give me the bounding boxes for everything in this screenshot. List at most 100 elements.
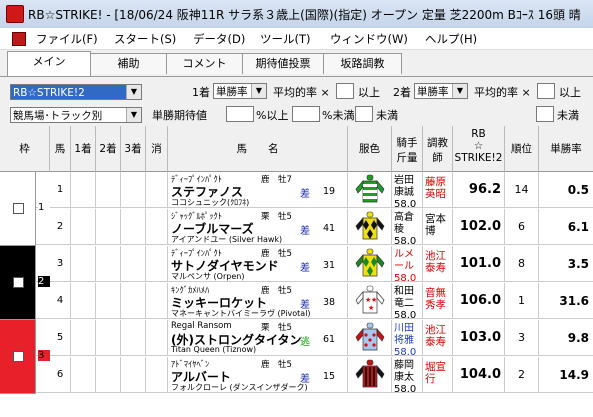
pick-3rd-cell[interactable]: [121, 246, 146, 282]
rank: 6: [505, 209, 539, 245]
pick-1st-cell[interactable]: [71, 283, 96, 319]
horse-name-cell[interactable]: Regal Ransom 栗 牡5 (外)ストロングタイタン Titan Que…: [168, 320, 348, 356]
pick-3rd-cell[interactable]: [121, 172, 146, 208]
table-row[interactable]: 4 ｷﾝｸﾞｶﾒﾊﾒﾊ 鹿 牡5 ミッキーロケット マネーキャントバイミーラヴ …: [0, 283, 593, 321]
pick-3rd-cell[interactable]: [121, 209, 146, 245]
silk-icon: [355, 211, 385, 240]
rank: 2: [505, 357, 539, 393]
win-rate: 14.9: [559, 368, 589, 382]
table-row[interactable]: 1 ﾃﾞｨｰﾌﾟｲﾝﾊﾟｸﾄ 鹿 牡7 ステファノス ココシュニック(ｸﾛﾌﾈ)…: [0, 172, 593, 210]
days-since-last: 38: [323, 297, 336, 308]
tab-hill-training[interactable]: 坂路調教: [323, 53, 402, 74]
days-since-last: 15: [323, 371, 336, 382]
menu-window[interactable]: ウィンドウ(W): [330, 31, 408, 47]
col-3rd: 3着: [121, 126, 146, 172]
bet2-select[interactable]: 単勝率 ▼: [414, 83, 468, 99]
ev-max-input[interactable]: [292, 106, 320, 122]
exclude-cell[interactable]: [146, 246, 168, 282]
dam-name: ココシュニック(ｸﾛﾌﾈ): [171, 198, 250, 207]
menu-help[interactable]: ヘルプ(H): [425, 31, 477, 47]
pick-3rd-cell[interactable]: [121, 357, 146, 393]
waku-block: [0, 172, 36, 246]
jockey-cell: 和田 竜二 58.0: [392, 283, 423, 321]
menu-tools[interactable]: ツール(T): [260, 31, 311, 47]
waku-checkbox[interactable]: [13, 351, 24, 362]
bet2-max-input[interactable]: [536, 106, 554, 122]
col-rb-line1: RB: [471, 128, 486, 140]
horse-number: 2: [50, 209, 71, 245]
horse-name-cell[interactable]: ｼﾞｬｯｸﾞﾙﾎﾟｯｸﾄ 栗 牡5 ノーブルマーズ アイアンドユー (Silve…: [168, 209, 348, 245]
pick-1st-cell[interactable]: [71, 172, 96, 208]
table-row[interactable]: 5 Regal Ransom 栗 牡5 (外)ストロングタイタン Titan Q…: [0, 320, 593, 358]
waku-block: [0, 320, 36, 394]
menu-data[interactable]: データ(D): [193, 31, 245, 47]
rank: 1: [505, 283, 539, 319]
horse-name-cell[interactable]: ｷﾝｸﾞｶﾒﾊﾒﾊ 鹿 牡5 ミッキーロケット マネーキャントバイミーラヴ (P…: [168, 283, 348, 319]
chevron-down-icon: ▼: [126, 108, 141, 122]
col-silk: 服色: [348, 126, 392, 172]
horse-name-cell[interactable]: ﾃﾞｨｰﾌﾟｲﾝﾊﾟｸﾄ 鹿 牡7 ステファノス ココシュニック(ｸﾛﾌﾈ) 差…: [168, 172, 348, 208]
col-uma: 馬: [50, 126, 71, 172]
days-since-last: 19: [323, 186, 336, 197]
tab-comment[interactable]: コメント: [166, 53, 243, 74]
exclude-cell[interactable]: [146, 320, 168, 356]
rb-index: 103.0: [453, 320, 505, 356]
pick-2nd-cell[interactable]: [96, 172, 121, 208]
horse-name-cell[interactable]: ｱﾄﾞﾏｲﾔﾍﾞﾝ 鹿 牡5 アルバート フォルクローレ (ダンスインザダーク)…: [168, 357, 348, 393]
tab-aux[interactable]: 補助: [90, 53, 167, 74]
rank: 3: [505, 320, 539, 356]
menu-start[interactable]: スタート(S): [114, 31, 176, 47]
menu-file[interactable]: ファイル(F): [36, 31, 98, 47]
col-1st: 1着: [71, 126, 96, 172]
silk-cell: [348, 320, 392, 356]
pick-3rd-cell[interactable]: [121, 283, 146, 319]
dam-name: フォルクローレ (ダンスインザダーク): [171, 383, 308, 392]
pick-2nd-cell[interactable]: [96, 320, 121, 356]
bet1-label: 1着: [192, 86, 210, 99]
pick-2nd-cell[interactable]: [96, 246, 121, 282]
rank: 8: [505, 246, 539, 282]
tab-main[interactable]: メイン: [7, 51, 91, 76]
rb-index: 101.0: [453, 246, 505, 282]
bet1-max-input[interactable]: [355, 106, 373, 122]
days-since-last: 31: [323, 260, 336, 271]
pick-2nd-cell[interactable]: [96, 357, 121, 393]
horse-name-cell[interactable]: ﾃﾞｨｰﾌﾟｲﾝﾊﾟｸﾄ 鹿 牡5 サトノダイヤモンド マルペンサ (Orpen…: [168, 246, 348, 282]
waku-number: 1: [38, 202, 50, 213]
col-trainer-line2: 師: [432, 152, 443, 164]
silk-icon: [355, 322, 385, 351]
dam-name: マルペンサ (Orpen): [171, 272, 245, 281]
index-select[interactable]: RB☆STRIKE!2 ▼: [10, 84, 142, 100]
pick-1st-cell[interactable]: [71, 357, 96, 393]
exclude-cell[interactable]: [146, 357, 168, 393]
table-row[interactable]: 3 ﾃﾞｨｰﾌﾟｲﾝﾊﾟｸﾄ 鹿 牡5 サトノダイヤモンド マルペンサ (Orp…: [0, 246, 593, 284]
course-select[interactable]: 競馬場･トラック別 ▼: [10, 107, 142, 123]
exclude-cell[interactable]: [146, 209, 168, 245]
avg2-input[interactable]: [537, 83, 555, 99]
trainer-cell: 音無 秀孝: [423, 283, 453, 319]
ev-min-input[interactable]: [226, 106, 254, 122]
col-rb: RB ☆ STRIKE!2: [453, 126, 505, 172]
pick-1st-cell[interactable]: [71, 320, 96, 356]
avg1-input[interactable]: [336, 83, 354, 99]
exclude-cell[interactable]: [146, 172, 168, 208]
mdi-icon[interactable]: [12, 32, 26, 46]
pick-1st-cell[interactable]: [71, 246, 96, 282]
table-row[interactable]: 6 ｱﾄﾞﾏｲﾔﾍﾞﾝ 鹿 牡5 アルバート フォルクローレ (ダンスインザダー…: [0, 357, 593, 395]
pick-2nd-cell[interactable]: [96, 209, 121, 245]
waku-checkbox[interactable]: [13, 203, 24, 214]
waku-number: 2: [38, 276, 50, 287]
table-row[interactable]: 2 ｼﾞｬｯｸﾞﾙﾎﾟｯｸﾄ 栗 牡5 ノーブルマーズ アイアンドユー (Sil…: [0, 209, 593, 247]
sex-age: 鹿 牡5: [261, 360, 292, 370]
waku-checkbox[interactable]: [13, 277, 24, 288]
pick-1st-cell[interactable]: [71, 209, 96, 245]
bet1-select[interactable]: 単勝率 ▼: [213, 83, 267, 99]
exclude-cell[interactable]: [146, 283, 168, 319]
win-rate: 9.8: [567, 331, 589, 345]
pick-3rd-cell[interactable]: [121, 320, 146, 356]
rb-index: 104.0: [453, 357, 505, 393]
tab-ev-bet[interactable]: 期待値投票: [242, 53, 324, 74]
rb-index: 106.0: [453, 283, 505, 319]
win-rate: 31.6: [559, 294, 589, 308]
pick-2nd-cell[interactable]: [96, 283, 121, 319]
